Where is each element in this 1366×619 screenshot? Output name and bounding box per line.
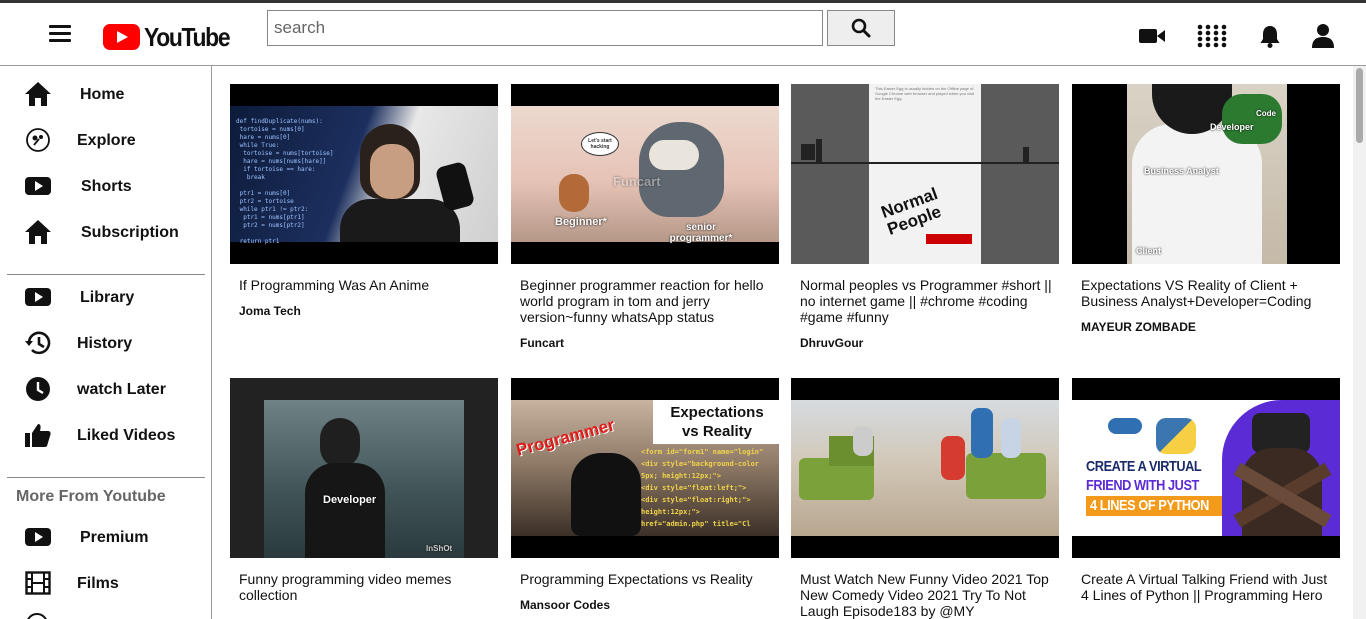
sidebar-item-label: Liked Videos <box>77 427 176 444</box>
video-thumbnail[interactable]: def findDuplicate(nums): tortoise = nums… <box>230 84 498 264</box>
logo-text: YouTube <box>144 21 231 52</box>
video-card[interactable]: Developer InShOt Funny programming video… <box>230 378 498 614</box>
thumbnail-text: Beginner* <box>555 216 607 228</box>
top-header: YouTube <box>0 3 1366 66</box>
video-camera-icon[interactable] <box>1137 21 1167 51</box>
sidebar-item-label: Subscription <box>81 224 179 241</box>
channel-name[interactable]: Joma Tech <box>230 304 498 318</box>
sidebar-item-premium[interactable]: Premium <box>0 515 205 555</box>
sidebar-item-label: Home <box>80 86 125 103</box>
video-title[interactable]: Programming Expectations vs Reality <box>511 571 779 587</box>
scrollbar[interactable] <box>1353 66 1366 619</box>
video-card[interactable]: Let's start hacking Funcart Beginner* se… <box>511 84 779 350</box>
thumbnail-watermark: Funcart <box>613 174 661 189</box>
sidebar-item-subscription[interactable]: Subscription <box>0 210 205 250</box>
hamburger-menu-icon[interactable] <box>49 25 71 43</box>
channel-name[interactable]: Mansoor Codes <box>511 598 779 612</box>
thumbnail-text: Business Analyst <box>1144 166 1219 176</box>
video-thumbnail[interactable]: Expectations vs Reality Programmer <form… <box>511 378 779 558</box>
sidebar-item-partial-icon <box>26 613 48 619</box>
video-title[interactable]: Expectations VS Reality of Client + Busi… <box>1072 277 1340 309</box>
sidebar-item-home[interactable]: Home <box>0 72 205 112</box>
sidebar-item-label: Explore <box>77 132 136 149</box>
scrollbar-thumb[interactable] <box>1356 68 1363 143</box>
video-card[interactable]: This Easter Egg is usually hidden on the… <box>791 84 1059 350</box>
sidebar-item-label: Shorts <box>81 178 132 195</box>
sidebar-item-explore[interactable]: Explore <box>0 118 205 158</box>
video-card[interactable]: CREATE A VIRTUAL FRIEND WITH JUST 4 LINE… <box>1072 378 1340 614</box>
sidebar-item-label: History <box>77 335 133 352</box>
video-card[interactable]: def findDuplicate(nums): tortoise = nums… <box>230 84 498 318</box>
video-grid: def findDuplicate(nums): tortoise = nums… <box>213 66 1353 619</box>
video-thumbnail[interactable]: CREATE A VIRTUAL FRIEND WITH JUST 4 LINE… <box>1072 378 1340 558</box>
thumbnail-text: Developer <box>1210 122 1254 132</box>
thumbnail-text: CREATE A VIRTUAL <box>1086 458 1202 475</box>
bell-icon[interactable] <box>1255 21 1285 51</box>
sidebar-item-label: watch Later <box>77 381 166 398</box>
video-card[interactable]: Must Watch New Funny Video 2021 Top New … <box>791 378 1059 619</box>
subscription-icon <box>24 218 52 246</box>
thumbnail-text: Code <box>1256 109 1276 118</box>
sidebar-item-label: Library <box>80 289 135 306</box>
channel-name[interactable]: DhruvGour <box>791 336 1059 350</box>
search-button[interactable] <box>827 10 895 46</box>
thumbnail-text: Expectations vs Reality <box>670 404 764 440</box>
channel-name[interactable]: MAYEUR ZOMBADE <box>1072 320 1340 334</box>
clock-icon <box>24 375 52 403</box>
thumbnail-text: 4 LINES OF PYTHON <box>1090 497 1209 514</box>
explore-icon <box>24 126 52 154</box>
channel-name[interactable]: Funcart <box>511 336 779 350</box>
sidebar-item-shorts[interactable]: Shorts <box>0 164 205 204</box>
sidebar-item-liked-videos[interactable]: Liked Videos <box>0 413 205 453</box>
thumbs-up-icon <box>24 421 52 449</box>
video-title[interactable]: Beginner programmer reaction for hello w… <box>511 277 779 325</box>
sidebar: Home Explore Shorts Subscription Library… <box>0 66 212 619</box>
library-icon <box>24 283 52 311</box>
history-icon <box>24 329 52 357</box>
video-thumbnail[interactable]: Developer InShOt <box>230 378 498 558</box>
thumbnail-text: senior programmer* <box>669 222 733 244</box>
thumbnail-text: Client <box>1136 246 1162 256</box>
thumbnail-text: FRIEND WITH JUST <box>1086 477 1199 494</box>
film-icon <box>24 569 52 597</box>
video-thumbnail[interactable]: Let's start hacking Funcart Beginner* se… <box>511 84 779 264</box>
sidebar-divider <box>7 477 205 478</box>
sidebar-item-library[interactable]: Library <box>0 275 205 315</box>
thumbnail-watermark: InShOt <box>426 544 453 553</box>
premium-icon <box>24 523 52 551</box>
more-from-youtube-heading: More From Youtube <box>16 488 166 505</box>
home-icon <box>24 80 52 108</box>
video-card[interactable]: Expectations vs Reality Programmer <form… <box>511 378 779 612</box>
video-thumbnail[interactable] <box>791 378 1059 558</box>
video-title[interactable]: If Programming Was An Anime <box>230 277 498 293</box>
search-input[interactable] <box>267 10 823 46</box>
video-title[interactable]: Must Watch New Funny Video 2021 Top New … <box>791 571 1059 619</box>
apps-grid-icon[interactable] <box>1197 21 1227 51</box>
thumbnail-text: Developer <box>323 494 377 506</box>
sidebar-item-history[interactable]: History <box>0 321 205 361</box>
youtube-logo[interactable]: YouTube <box>103 21 241 52</box>
search-icon <box>851 18 871 38</box>
video-title[interactable]: Normal peoples vs Programmer #short || n… <box>791 277 1059 325</box>
video-thumbnail[interactable]: This Easter Egg is usually hidden on the… <box>791 84 1059 264</box>
video-card[interactable]: Developer Code Business Analyst Client E… <box>1072 84 1340 334</box>
youtube-play-icon <box>103 24 140 50</box>
sidebar-item-label: Films <box>77 575 119 592</box>
sidebar-item-films[interactable]: Films <box>0 561 205 601</box>
account-icon[interactable] <box>1308 21 1338 51</box>
video-title[interactable]: Create A Virtual Talking Friend with Jus… <box>1072 571 1340 603</box>
video-title[interactable]: Funny programming video memes collection <box>230 571 498 603</box>
sidebar-item-label: Premium <box>80 529 149 546</box>
shorts-icon <box>24 172 52 200</box>
video-thumbnail[interactable]: Developer Code Business Analyst Client <box>1072 84 1340 264</box>
sidebar-item-watch-later[interactable]: watch Later <box>0 367 205 407</box>
